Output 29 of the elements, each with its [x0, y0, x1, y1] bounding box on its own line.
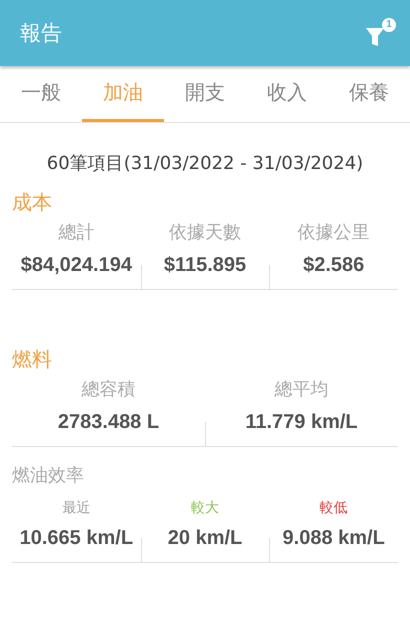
- stat-value: $115.895: [164, 254, 246, 277]
- stat-label: 依據天數: [169, 221, 241, 244]
- tab[interactable]: 一般: [0, 66, 82, 122]
- tab[interactable]: 開支: [164, 66, 246, 122]
- section-heading: 成本: [12, 189, 53, 216]
- section-heading: 燃料: [12, 346, 53, 373]
- stat-value: 11.779 km/L: [245, 411, 358, 434]
- stat-label: 較低: [320, 499, 348, 517]
- stat-label: 較大: [191, 499, 219, 517]
- tab[interactable]: 保養: [328, 66, 410, 122]
- stat-value: 20 km/L: [168, 527, 242, 550]
- filter-icon: [366, 26, 384, 48]
- tab[interactable]: 加油: [82, 66, 164, 122]
- stat-value: 10.665 km/L: [20, 527, 134, 550]
- stat-value: $2.586: [303, 254, 364, 277]
- stat-label: 總平均: [274, 378, 328, 401]
- stat-label: 依據公里: [298, 221, 370, 244]
- stat-label: 最近: [62, 499, 90, 517]
- stat-label: 總容積: [82, 378, 136, 401]
- stat-value: 9.088 km/L: [282, 527, 385, 550]
- screen-title: 報告: [20, 20, 62, 47]
- subsection-heading: 燃油效率: [12, 464, 85, 487]
- filter-button[interactable]: 1: [366, 18, 396, 48]
- stat-label: 總計: [58, 221, 94, 244]
- stat-value: $84,024.194: [20, 254, 132, 277]
- tab[interactable]: 收入: [246, 66, 328, 122]
- stat-value: 2783.488 L: [58, 411, 160, 434]
- filter-count-badge: 1: [382, 18, 396, 32]
- entries-summary: 60筆項目(31/03/2022 - 31/03/2024): [46, 152, 364, 175]
